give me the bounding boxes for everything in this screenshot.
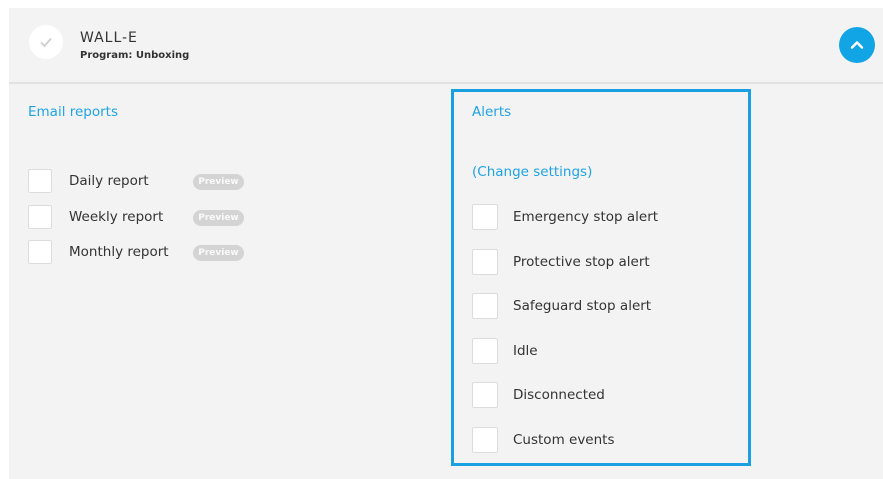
alerts-title: Alerts	[472, 104, 512, 120]
daily-report-preview-badge[interactable]: Preview	[193, 174, 244, 190]
alert-row-custom-events: Custom events	[472, 426, 732, 454]
email-report-row-weekly: Weekly report Preview	[28, 203, 244, 231]
alerts-highlight-box	[451, 89, 751, 466]
robot-name: WALL-E	[80, 30, 138, 46]
alert-row-idle: Idle	[472, 337, 732, 365]
custom-events-alert-label: Custom events	[513, 432, 615, 448]
protective-stop-alert-label: Protective stop alert	[513, 254, 650, 270]
emergency-stop-alert-checkbox[interactable]	[472, 204, 498, 230]
robot-program: Program: Unboxing	[80, 50, 190, 61]
safeguard-stop-alert-label: Safeguard stop alert	[513, 298, 652, 314]
robot-avatar	[29, 25, 63, 59]
monthly-report-label: Monthly report	[69, 244, 169, 260]
disconnected-alert-checkbox[interactable]	[472, 382, 498, 408]
protective-stop-alert-checkbox[interactable]	[472, 249, 498, 275]
weekly-report-checkbox[interactable]	[28, 205, 52, 229]
weekly-report-label: Weekly report	[69, 209, 164, 225]
email-report-row-daily: Daily report Preview	[28, 167, 244, 195]
safeguard-stop-alert-checkbox[interactable]	[472, 293, 498, 319]
monthly-report-checkbox[interactable]	[28, 240, 52, 264]
robot-card-header: WALL-E Program: Unboxing	[9, 8, 883, 84]
alert-row-emergency-stop: Emergency stop alert	[472, 203, 732, 231]
idle-alert-label: Idle	[513, 343, 538, 359]
monthly-report-preview-badge[interactable]: Preview	[193, 245, 244, 261]
robot-card: WALL-E Program: Unboxing Email reports D…	[9, 8, 883, 479]
email-report-row-monthly: Monthly report Preview	[28, 238, 244, 266]
daily-report-checkbox[interactable]	[28, 169, 52, 193]
custom-events-alert-checkbox[interactable]	[472, 427, 498, 453]
collapse-button[interactable]	[839, 27, 875, 63]
weekly-report-preview-badge[interactable]: Preview	[193, 210, 244, 226]
emergency-stop-alert-label: Emergency stop alert	[513, 209, 659, 225]
alert-row-protective-stop: Protective stop alert	[472, 248, 732, 276]
alert-row-disconnected: Disconnected	[472, 381, 732, 409]
idle-alert-checkbox[interactable]	[472, 338, 498, 364]
check-icon	[40, 37, 52, 48]
daily-report-label: Daily report	[69, 173, 149, 189]
change-settings-link[interactable]: (Change settings)	[472, 164, 592, 180]
chevron-up-icon	[850, 41, 864, 49]
email-reports-title: Email reports	[28, 104, 119, 120]
disconnected-alert-label: Disconnected	[513, 387, 605, 403]
alert-row-safeguard-stop: Safeguard stop alert	[472, 292, 732, 320]
